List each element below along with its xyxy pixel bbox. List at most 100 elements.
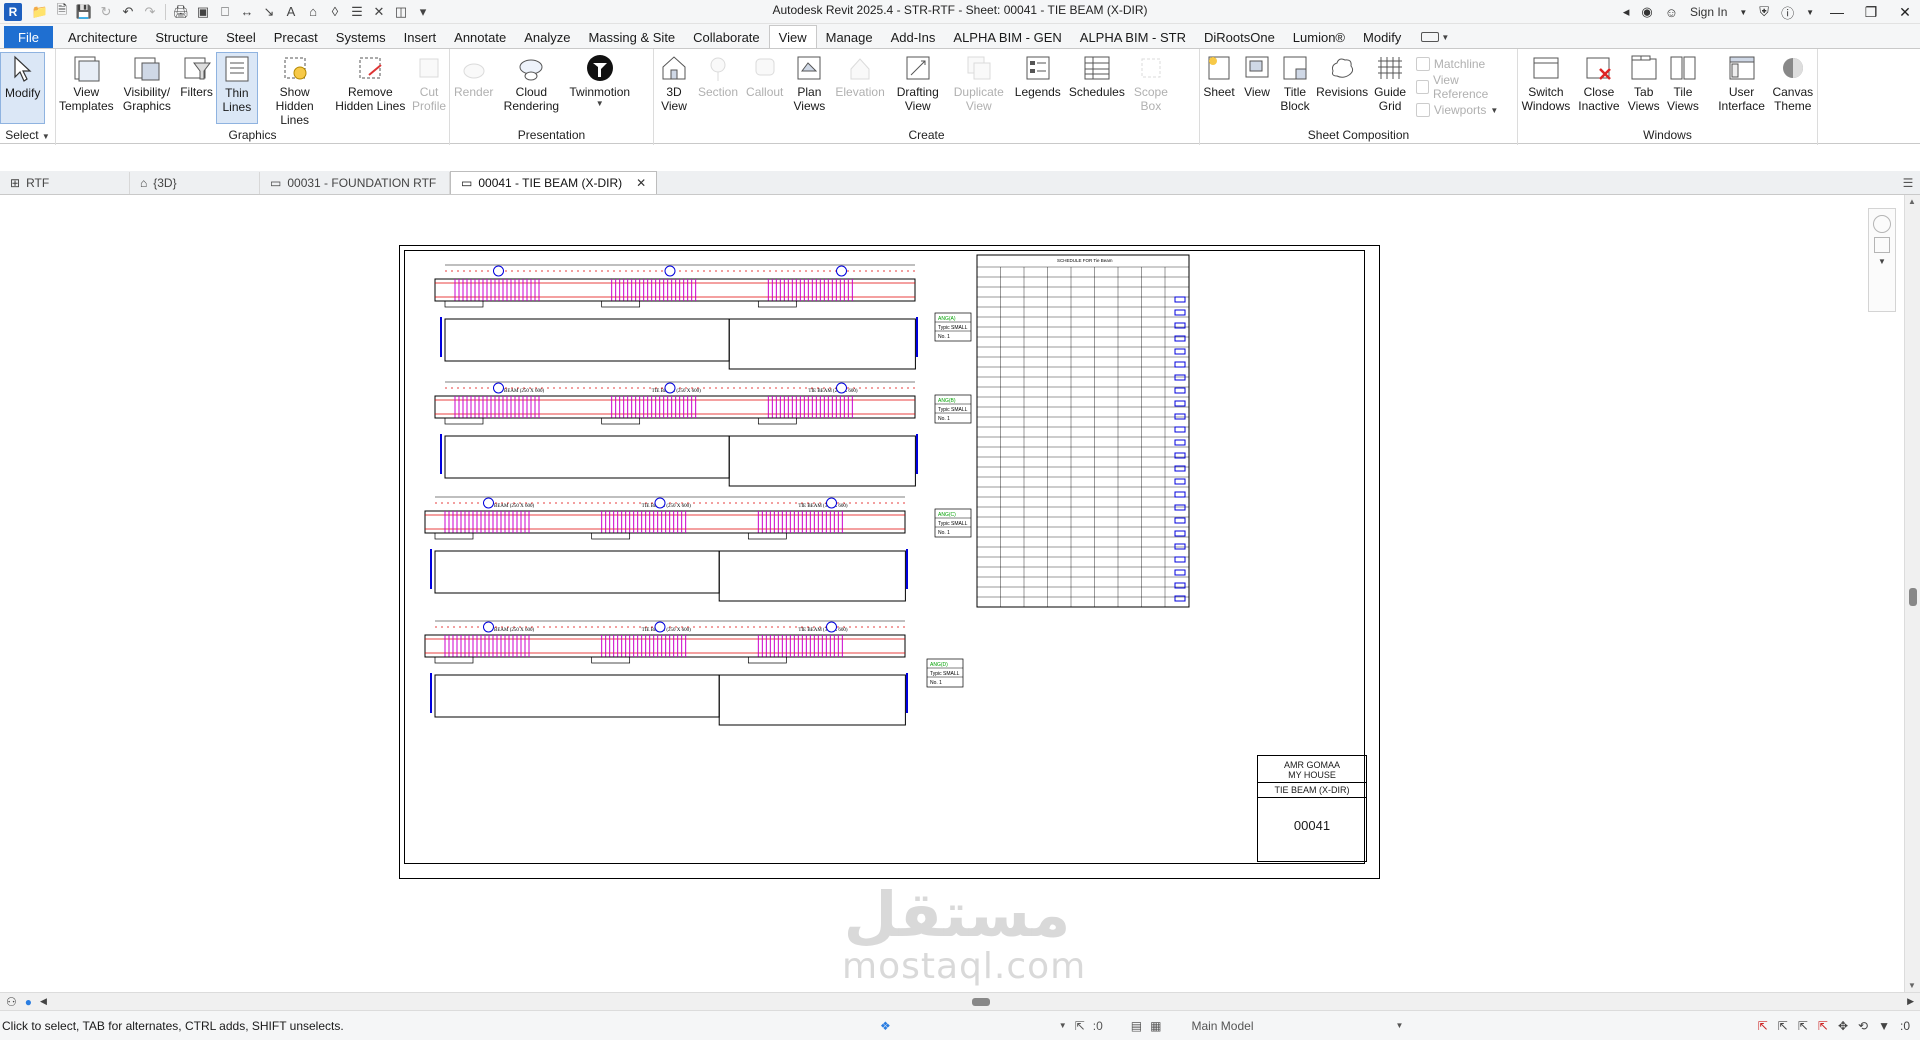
info-center-arrow-icon[interactable]: ◂ — [1619, 2, 1634, 22]
ribbon-tab-collaborate[interactable]: Collaborate — [684, 26, 769, 48]
revit-app-icon[interactable]: R — [4, 2, 22, 21]
open-icon[interactable]: 📁 — [30, 2, 50, 22]
revisions-button[interactable]: Revisions — [1314, 52, 1370, 99]
customize-qat-icon[interactable]: ▾ — [413, 2, 433, 22]
remove-hidden-lines-button[interactable]: Remove Hidden Lines — [332, 52, 410, 113]
horizontal-scrollbar[interactable] — [62, 995, 1901, 1009]
filter-icon[interactable]: ▼ — [1878, 1019, 1890, 1033]
callout-button[interactable]: Callout — [742, 52, 787, 99]
ribbon-tab-analyze[interactable]: Analyze — [515, 26, 579, 48]
scroll-left-icon[interactable]: ◀ — [40, 996, 47, 1007]
tile-views-button[interactable]: Tile Views — [1663, 52, 1702, 113]
ribbon-tab-structure[interactable]: Structure — [146, 26, 217, 48]
view-templates-button[interactable]: View Templates — [56, 52, 117, 113]
matchline-button[interactable]: Matchline — [1415, 54, 1511, 74]
redo-icon[interactable]: ↷ — [140, 2, 160, 22]
cart-icon[interactable]: ⛨ — [1755, 2, 1773, 22]
print-icon[interactable]: 🖨 — [171, 2, 191, 22]
view-tab-tie-beam-sheet[interactable]: ▭ 00041 - TIE BEAM (X-DIR) ✕ — [450, 171, 658, 194]
drafting-view-button[interactable]: Drafting View — [889, 52, 947, 113]
cut-profile-button[interactable]: Cut Profile — [409, 52, 449, 113]
sync-icon[interactable]: ↻ — [96, 2, 116, 22]
viewports-button[interactable]: Viewports ▼ — [1415, 100, 1511, 120]
view-tab-rtf[interactable]: ⊞ RTF — [0, 172, 130, 194]
tag-icon[interactable]: ↘ — [259, 2, 279, 22]
user-icon[interactable]: ☺ — [1661, 2, 1682, 22]
title-block-button[interactable]: Title Block — [1276, 52, 1314, 113]
worksharing-icon[interactable]: ❖ — [880, 1019, 891, 1033]
model-dropdown-icon[interactable]: ▼ — [1395, 1021, 1403, 1030]
tab-list-menu-icon[interactable]: ☰ — [1896, 172, 1920, 194]
sign-in-dropdown-icon[interactable]: ▼ — [1735, 2, 1751, 22]
contextual-tab-toggle-icon[interactable]: ▼ — [1410, 26, 1458, 48]
select-pinned-icon[interactable]: ⇱ — [1798, 1019, 1808, 1033]
drawing-sheet[interactable]: TIE BEAM (250 X 600) TIE BEAM (250 X 600)… — [399, 245, 1380, 879]
schedules-button[interactable]: Schedules — [1065, 52, 1129, 99]
dropdown-icon[interactable]: ▼ — [1059, 1021, 1067, 1030]
close-inactive-button[interactable]: Close Inactive — [1574, 52, 1624, 113]
ribbon-tab-file[interactable]: File — [4, 26, 53, 48]
user-interface-button[interactable]: User Interface — [1715, 52, 1769, 113]
scroll-up-icon[interactable]: ▲ — [1908, 197, 1916, 206]
close-tab-icon[interactable]: ✕ — [636, 176, 646, 190]
minimize-button[interactable]: — — [1822, 0, 1852, 24]
ribbon-tab-modify[interactable]: Modify — [1354, 26, 1410, 48]
thin-lines-icon[interactable]: ☰ — [347, 2, 367, 22]
text-icon[interactable]: A — [281, 2, 301, 22]
tab-views-button[interactable]: Tab Views — [1624, 52, 1663, 113]
elevation-button[interactable]: Elevation — [831, 52, 888, 99]
default-3d-view-icon[interactable]: ⌂ — [303, 2, 323, 22]
visibility-graphics-button[interactable]: Visibility/ Graphics — [117, 52, 178, 113]
view-tab-3d[interactable]: ⌂ {3D} — [130, 172, 260, 194]
workset-icon[interactable]: ⚇ — [6, 995, 17, 1009]
binoculars-icon[interactable]: ◉ — [1637, 2, 1656, 22]
aligned-dimension-icon[interactable]: ↔ — [237, 2, 257, 22]
ribbon-tab-view[interactable]: View — [768, 25, 817, 48]
ribbon-tab-alpha-bim-gen[interactable]: ALPHA BIM - GEN — [944, 26, 1070, 48]
background-process-icon[interactable]: ⟲ — [1858, 1019, 1868, 1033]
drag-elements-icon[interactable]: ✥ — [1838, 1019, 1848, 1033]
section-button[interactable]: Section — [694, 52, 742, 99]
ribbon-tab-steel[interactable]: Steel — [217, 26, 265, 48]
zoom-icon[interactable] — [1874, 237, 1890, 253]
close-button[interactable]: ✕ — [1890, 0, 1920, 24]
editable-only-icon[interactable]: ⇱ — [1075, 1019, 1085, 1033]
ribbon-tab-lumion[interactable]: Lumion® — [1284, 26, 1354, 48]
pdf-icon[interactable]: ▣ — [193, 2, 213, 22]
zoom-dropdown-icon[interactable]: ▼ — [1878, 257, 1886, 266]
ribbon-tab-dirootsone[interactable]: DiRootsOne — [1195, 26, 1284, 48]
select-by-face-icon[interactable]: ⇱ — [1818, 1019, 1828, 1033]
thin-lines-button[interactable]: Thin Lines — [215, 52, 258, 124]
ribbon-tab-insert[interactable]: Insert — [395, 26, 446, 48]
view-reference-button[interactable]: View Reference — [1415, 73, 1511, 101]
vertical-scrollbar[interactable]: ▲ ▼ — [1904, 195, 1920, 992]
select-links-icon[interactable]: ⇱ — [1758, 1019, 1768, 1033]
twinmotion-button[interactable]: Twinmotion ▼ — [565, 52, 634, 108]
select-underlay-icon[interactable]: ⇱ — [1778, 1019, 1788, 1033]
plan-views-button[interactable]: Plan Views — [787, 52, 831, 113]
properties-icon[interactable]: ▦ — [1150, 1019, 1161, 1033]
active-model[interactable]: Main Model — [1191, 1019, 1391, 1033]
show-hidden-lines-button[interactable]: Show Hidden Lines — [258, 52, 332, 127]
cloud-rendering-button[interactable]: Cloud Rendering — [497, 52, 565, 113]
ribbon-tab-add-ins[interactable]: Add-Ins — [882, 26, 945, 48]
ribbon-tab-annotate[interactable]: Annotate — [445, 26, 515, 48]
scroll-right-icon[interactable]: ▶ — [1901, 996, 1920, 1007]
sheet-button[interactable]: Sheet — [1200, 52, 1238, 99]
ribbon-tab-architecture[interactable]: Architecture — [59, 26, 146, 48]
undo-icon[interactable]: ↶ — [118, 2, 138, 22]
canvas-theme-button[interactable]: Canvas Theme — [1769, 52, 1817, 113]
vertical-scroll-thumb[interactable] — [1909, 588, 1917, 606]
restore-button[interactable]: ❐ — [1856, 0, 1886, 24]
ribbon-tab-systems[interactable]: Systems — [327, 26, 395, 48]
steering-wheel-icon[interactable] — [1873, 215, 1891, 233]
sign-in-button[interactable]: Sign In — [1686, 2, 1731, 22]
measure-icon[interactable]: ⎕ — [215, 2, 235, 22]
select-panel-title[interactable]: Select ▼ — [0, 127, 55, 144]
modify-button[interactable]: Modify — [0, 52, 46, 124]
lightbulb-icon[interactable]: ● — [25, 995, 32, 1009]
switch-windows-icon[interactable]: ◫ — [391, 2, 411, 22]
help-icon[interactable]: ⓘ — [1777, 2, 1798, 22]
view-tab-foundation-sheet[interactable]: ▭ 00031 - FOUNDATION RTF — [260, 172, 450, 194]
legends-button[interactable]: Legends — [1011, 52, 1065, 99]
